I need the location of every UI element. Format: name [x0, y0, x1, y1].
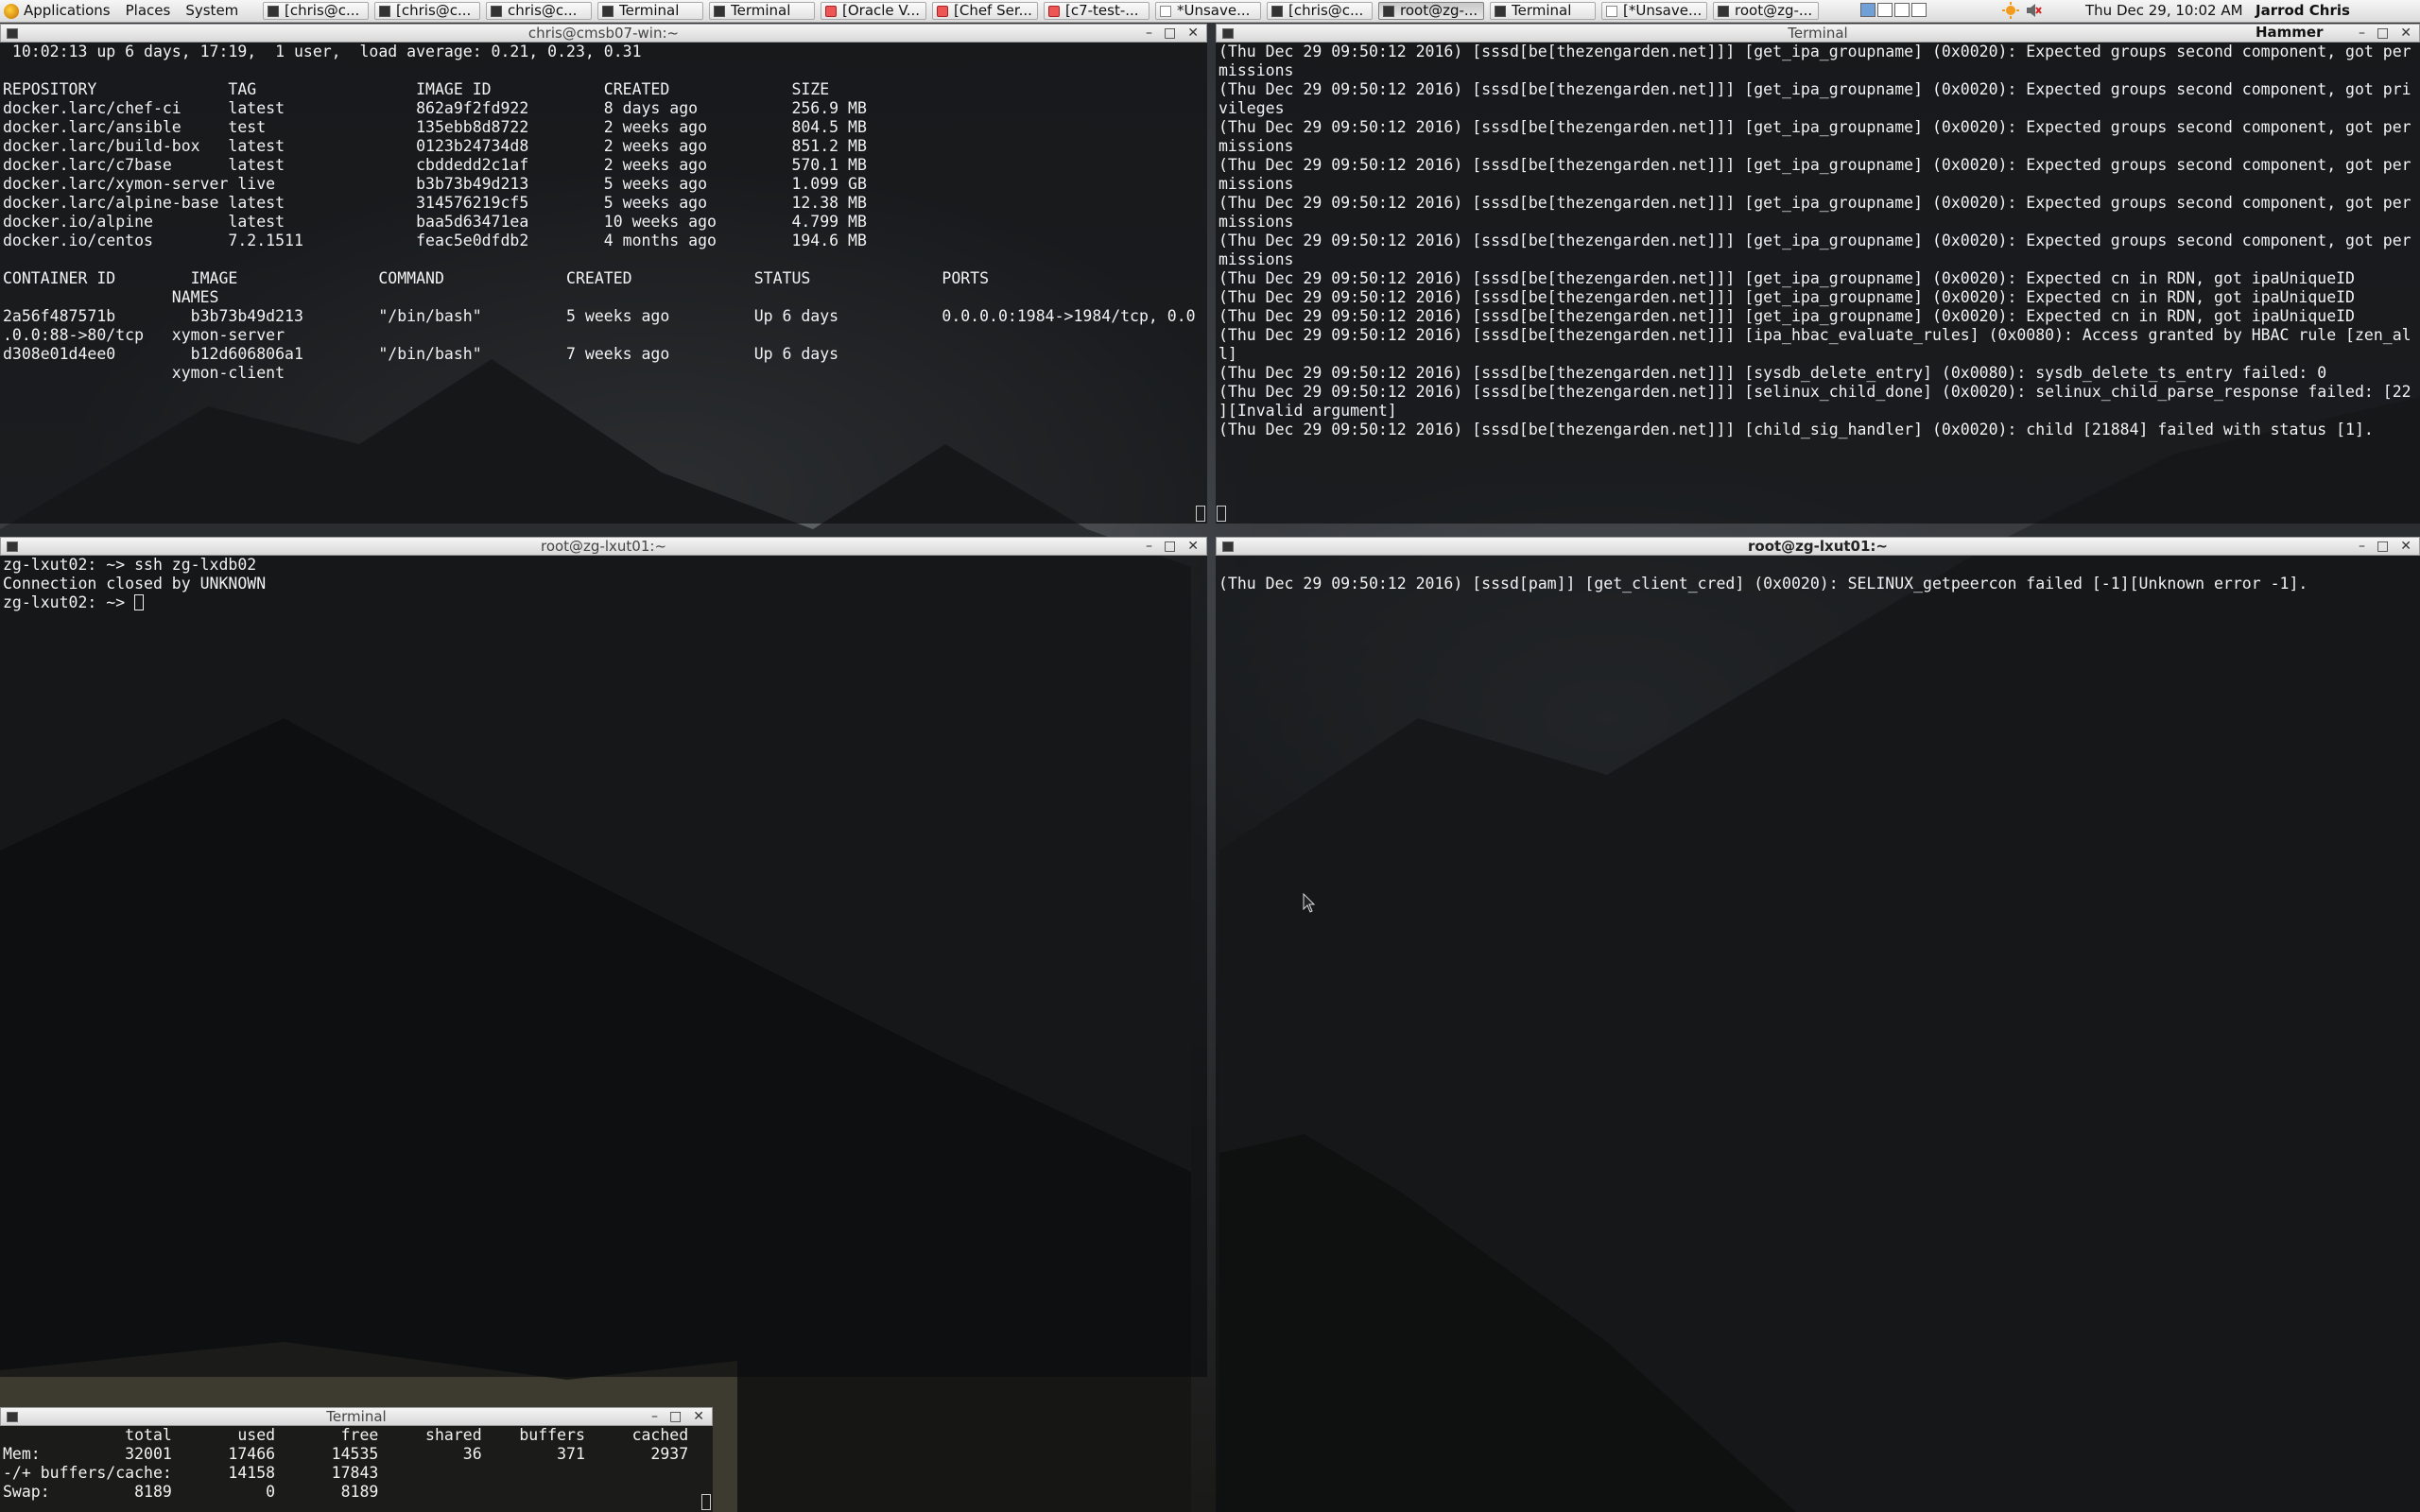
- close-button[interactable]: ✕: [693, 1409, 704, 1424]
- workspace-switcher[interactable]: [1860, 3, 1927, 17]
- close-button[interactable]: ✕: [1187, 539, 1199, 554]
- workspace-4[interactable]: [1911, 3, 1927, 17]
- scroll-indicator: [1217, 506, 1226, 522]
- task-button[interactable]: [chris@c...: [1267, 2, 1373, 20]
- terminal-output: total used free shared buffers cached Me…: [3, 1426, 689, 1501]
- taskbar: [chris@c... [chris@c... chris@c... Termi…: [263, 0, 1824, 22]
- places-menu[interactable]: Places: [118, 0, 179, 22]
- browser-icon: [825, 5, 837, 17]
- terminal-output: zg-lxut02: ~> ssh zg-lxdb02 Connection c…: [3, 556, 1207, 1377]
- window-titlebar[interactable]: Terminal – □ ✕: [0, 1407, 713, 1426]
- terminal-icon: [714, 5, 725, 17]
- task-button[interactable]: [chris@c...: [263, 2, 369, 20]
- shell-prompt: zg-lxut02: ~>: [3, 593, 135, 611]
- task-button[interactable]: Terminal: [597, 2, 703, 20]
- task-button[interactable]: [Oracle V...: [821, 2, 926, 20]
- terminal-icon: [1383, 5, 1394, 17]
- terminal-body[interactable]: (Thu Dec 29 09:50:12 2016) [sssd[be[thez…: [1216, 43, 2420, 524]
- maximize-button[interactable]: □: [2377, 539, 2389, 554]
- docker-terminal-window[interactable]: chris@cmsb07-win:~ – □ ✕ 10:02:13 up 6 day…: [0, 24, 1207, 524]
- workspace-3[interactable]: [1894, 3, 1910, 17]
- task-button[interactable]: Terminal: [709, 2, 815, 20]
- window-title: root@zg-lxut01:~: [540, 538, 667, 555]
- terminal-output: (Thu Dec 29 09:50:12 2016) [sssd[pam]] […: [1219, 575, 2308, 593]
- task-button[interactable]: *Unsave...: [1155, 2, 1261, 20]
- panel-clock[interactable]: Thu Dec 29, 10:02 AM: [2085, 0, 2243, 22]
- top-panel: Applications Places System [chris@c... […: [0, 0, 2420, 41]
- terminal-body[interactable]: (Thu Dec 29 09:50:12 2016) [sssd[pam]] […: [1216, 556, 2420, 1512]
- pam-log-terminal-window[interactable]: root@zg-lxut01:~ – □ ✕ (Thu Dec 29 09:50:1…: [1216, 537, 2420, 1512]
- terminal-output: (Thu Dec 29 09:50:12 2016) [sssd[be[thez…: [1219, 43, 2411, 438]
- editor-icon: [1160, 5, 1171, 17]
- window-title: chris@cmsb07-win:~: [527, 25, 680, 42]
- system-menu[interactable]: System: [178, 0, 246, 22]
- ssh-terminal-window[interactable]: root@zg-lxut01:~ – □ ✕ zg-lxut02: ~> ssh z…: [0, 537, 1207, 1377]
- maximize-button[interactable]: □: [1164, 26, 1176, 41]
- terminal-icon: [1271, 5, 1283, 17]
- minimize-button[interactable]: –: [2359, 539, 2365, 554]
- terminal-icon: [602, 5, 614, 17]
- minimize-button[interactable]: –: [1146, 539, 1152, 554]
- ssh-output-lines: zg-lxut02: ~> ssh zg-lxdb02 Connection c…: [3, 556, 267, 593]
- window-title: root@zg-lxut01:~: [1748, 538, 1888, 555]
- terminal-icon: [379, 5, 390, 17]
- updates-sun-icon[interactable]: [2002, 2, 2019, 19]
- volume-muted-icon[interactable]: [2025, 2, 2042, 19]
- minimize-button[interactable]: –: [651, 1409, 658, 1424]
- task-button[interactable]: chris@c...: [486, 2, 592, 20]
- task-button[interactable]: [Chef Ser...: [932, 2, 1038, 20]
- terminal-icon: [268, 5, 279, 17]
- terminal-icon: [1718, 5, 1729, 17]
- close-button[interactable]: ✕: [2400, 539, 2411, 554]
- window-titlebar[interactable]: Terminal – □ ✕: [1216, 24, 2420, 43]
- terminal-body[interactable]: total used free shared buffers cached Me…: [0, 1426, 713, 1512]
- editor-icon: [1606, 5, 1617, 17]
- window-titlebar[interactable]: root@zg-lxut01:~ – □ ✕: [1216, 537, 2420, 556]
- terminal-icon: [491, 5, 502, 17]
- close-button[interactable]: ✕: [1187, 26, 1199, 41]
- task-button[interactable]: Terminal: [1490, 2, 1596, 20]
- system-tray: [2002, 2, 2042, 19]
- maximize-button[interactable]: □: [669, 1409, 682, 1424]
- terminal-output: 10:02:13 up 6 days, 17:19, 1 user, load …: [3, 43, 1196, 382]
- task-button[interactable]: [c7-test-...: [1044, 2, 1150, 20]
- browser-icon: [1048, 5, 1060, 17]
- applications-menu[interactable]: Applications: [0, 0, 118, 22]
- terminal-body[interactable]: zg-lxut02: ~> ssh zg-lxdb02 Connection c…: [0, 556, 1207, 1377]
- task-button[interactable]: [*Unsave...: [1601, 2, 1707, 20]
- task-button[interactable]: root@zg-...: [1713, 2, 1819, 20]
- scroll-indicator: [701, 1494, 711, 1510]
- user-switcher[interactable]: Jarrod Chris Hammer: [2256, 0, 2420, 43]
- terminal-body[interactable]: 10:02:13 up 6 days, 17:19, 1 user, load …: [0, 43, 1207, 524]
- window-titlebar[interactable]: chris@cmsb07-win:~ – □ ✕: [0, 24, 1207, 43]
- window-titlebar[interactable]: root@zg-lxut01:~ – □ ✕: [0, 537, 1207, 556]
- maximize-button[interactable]: □: [1164, 539, 1176, 554]
- sssd-log-terminal-window[interactable]: Terminal – □ ✕ (Thu Dec 29 09:50:12 2016) …: [1216, 24, 2420, 524]
- minimize-button[interactable]: –: [1146, 26, 1152, 41]
- mouse-pointer-icon: [1303, 893, 1316, 913]
- gnome-foot-icon: [4, 3, 19, 19]
- browser-icon: [937, 5, 948, 17]
- scroll-indicator: [1196, 506, 1205, 522]
- task-button-active[interactable]: root@zg-...: [1378, 2, 1484, 20]
- window-title: Terminal: [326, 1408, 387, 1425]
- memory-terminal-window[interactable]: Terminal – □ ✕ total used free shared buff…: [0, 1407, 713, 1512]
- workspace-2[interactable]: [1877, 3, 1893, 17]
- workspace-1[interactable]: [1860, 3, 1876, 17]
- task-button[interactable]: [chris@c...: [374, 2, 480, 20]
- applications-menu-label: Applications: [24, 2, 111, 19]
- terminal-icon: [1495, 5, 1506, 17]
- window-title: Terminal: [1788, 25, 1848, 42]
- text-cursor: [134, 594, 145, 610]
